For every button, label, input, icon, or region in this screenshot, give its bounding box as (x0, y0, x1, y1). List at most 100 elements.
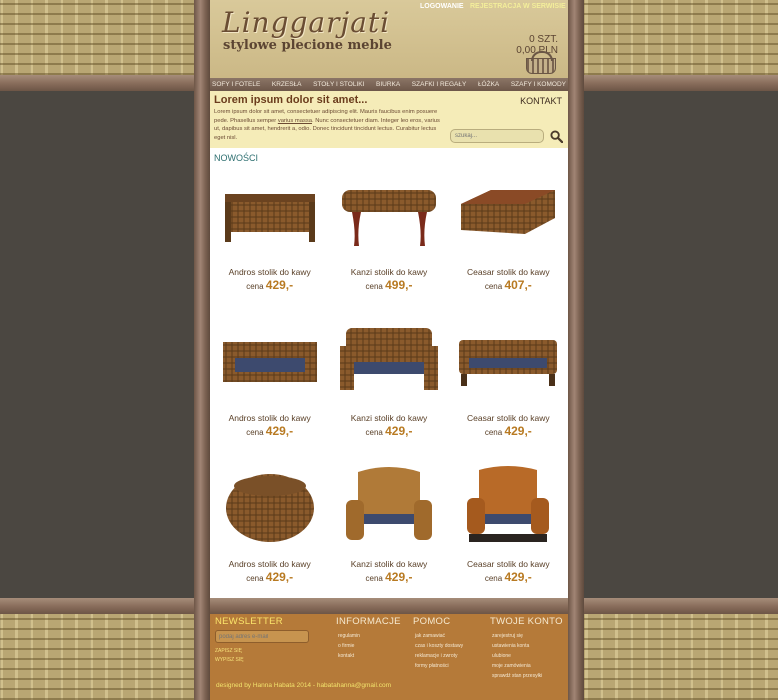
nav-item-wardrobes[interactable]: SZAFY I KOMODY (511, 81, 566, 88)
price-value: 429,- (265, 278, 294, 292)
nav-item-desks[interactable]: BIURKA (376, 81, 400, 88)
product-grid: Andros stolik do kawy cena 429,- Kanzi sto… (210, 168, 568, 606)
intro-link[interactable]: varius massa (278, 118, 312, 124)
footer-link-register[interactable]: zarejestruj się (492, 631, 563, 641)
price-label: cena (365, 428, 383, 437)
product-name[interactable]: Ceasar stolik do kawy (449, 559, 568, 569)
wood-frame-left (194, 0, 210, 700)
product-price: cena 429,- (329, 570, 448, 584)
footer-link-settings[interactable]: ustawienia konta (492, 641, 563, 651)
footer-account-title: TWOJE KONTO (490, 616, 563, 627)
price-label: cena (246, 428, 264, 437)
footer-help-title: POMOC (413, 616, 451, 627)
product-name[interactable]: Kanzi stolik do kawy (329, 559, 448, 569)
product-image[interactable] (336, 172, 442, 258)
price-value: 429,- (385, 570, 413, 584)
price-label: cena (484, 428, 503, 437)
footer-link-contact[interactable]: kontakt (338, 651, 401, 661)
footer-link-delivery[interactable]: czas i koszty dostawy (415, 641, 463, 651)
login-link[interactable]: LOGOWANIE (420, 3, 464, 10)
intro-text: Lorem ipsum dolor sit amet, consectetuer… (214, 108, 446, 142)
footer-link-favorites[interactable]: ulubione (492, 651, 563, 661)
price-value: 429,- (265, 424, 294, 438)
section-title: NOWOŚCI (214, 153, 258, 163)
product-image[interactable] (336, 318, 442, 404)
register-link[interactable]: REJESTRACJA W SERWISIE (470, 3, 566, 10)
nav-item-sofas[interactable]: SOFY I FOTELE (212, 81, 260, 88)
footer-info-title: INFORMACJE (336, 616, 401, 627)
product-card[interactable]: Andros stolik do kawy cena 429,- (210, 460, 329, 606)
site-footer: NEWSLETTER ZAPISZ SIĘ WYPISZ SIĘ INFORMA… (210, 614, 568, 700)
newsletter-title: NEWSLETTER (215, 616, 283, 627)
unsubscribe-link[interactable]: WYPISZ SIĘ (215, 657, 244, 663)
product-card[interactable]: Andros stolik do kawy cena 429,- (210, 314, 329, 460)
product-name[interactable]: Ceasar stolik do kawy (449, 413, 568, 423)
footer-link-tracking[interactable]: sprawdź stan przesyłki (492, 671, 563, 681)
nav-item-tables[interactable]: STOŁY I STOLIKI (313, 81, 364, 88)
newsletter-email-input[interactable] (215, 630, 309, 643)
product-card[interactable]: Ceasar stolik do kawy cena 429,- (449, 460, 568, 606)
product-image[interactable] (455, 318, 561, 404)
product-image[interactable] (455, 464, 561, 550)
price-label: cena (484, 574, 503, 583)
product-name[interactable]: Andros stolik do kawy (210, 267, 329, 277)
product-price: cena 429,- (210, 424, 329, 438)
intro-box: Lorem ipsum dolor sit amet... Lorem ipsu… (210, 91, 568, 149)
product-price: cena 429,- (449, 424, 568, 438)
product-image[interactable] (217, 464, 323, 550)
search-input[interactable] (450, 129, 544, 143)
product-price: cena 407,- (449, 278, 568, 292)
footer-credit: designed by Hanna Habata 2014 - habataha… (216, 682, 391, 689)
nav-item-cabinets[interactable]: SZAFKI I REGAŁY (412, 81, 467, 88)
price-value: 429,- (265, 570, 294, 584)
product-price: cena 429,- (210, 570, 329, 584)
footer-link-about[interactable]: o firmie (338, 641, 401, 651)
basket-icon[interactable] (526, 51, 556, 74)
site-tagline: stylowe plecione meble (223, 38, 392, 53)
search-icon[interactable] (550, 130, 563, 143)
price-label: cena (246, 574, 264, 583)
site-logo[interactable]: Linggarjati (222, 6, 390, 39)
product-card[interactable]: Ceasar stolik do kawy cena 407,- (449, 168, 568, 314)
product-section: NOWOŚCI Andros stolik do kawy cena 429,- K… (210, 148, 568, 598)
product-name[interactable]: Ceasar stolik do kawy (449, 267, 568, 277)
product-price: cena 429,- (210, 278, 329, 292)
price-value: 499,- (385, 278, 413, 292)
footer-help: POMOC jak zamawiać czas i koszty dostawy… (413, 616, 463, 671)
footer-link-how-to-order[interactable]: jak zamawiać (415, 631, 463, 641)
price-label: cena (365, 282, 383, 291)
wood-frame-right (568, 0, 584, 700)
subscribe-link[interactable]: ZAPISZ SIĘ (215, 648, 242, 654)
footer-newsletter: NEWSLETTER (215, 616, 283, 627)
product-image[interactable] (336, 464, 442, 550)
footer-link-orders[interactable]: moje zamówienia (492, 661, 563, 671)
main-nav: SOFY I FOTELE KRZESŁA STOŁY I STOLIKI BI… (210, 78, 568, 91)
product-image[interactable] (217, 318, 323, 404)
product-name[interactable]: Andros stolik do kawy (210, 559, 329, 569)
price-label: cena (365, 574, 383, 583)
price-value: 429,- (385, 424, 413, 438)
product-name[interactable]: Kanzi stolik do kawy (329, 267, 448, 277)
nav-item-chairs[interactable]: KRZESŁA (272, 81, 302, 88)
footer-link-terms[interactable]: regulamin (338, 631, 401, 641)
product-card[interactable]: Ceasar stolik do kawy cena 429,- (449, 314, 568, 460)
price-label: cena (484, 282, 503, 291)
intro-title: Lorem ipsum dolor sit amet... (214, 94, 368, 106)
product-image[interactable] (217, 172, 323, 258)
product-card[interactable]: Kanzi stolik do kawy cena 499,- (329, 168, 448, 314)
footer-link-payment[interactable]: formy płatności (415, 661, 463, 671)
product-price: cena 499,- (329, 278, 448, 292)
product-card[interactable]: Kanzi stolik do kawy cena 429,- (329, 314, 448, 460)
contact-link[interactable]: KONTAKT (520, 96, 562, 106)
price-value: 429,- (504, 570, 532, 584)
site-header: Linggarjati stylowe plecione meble LOGOW… (210, 0, 568, 78)
footer-link-returns[interactable]: reklamacje i zwroty (415, 651, 463, 661)
product-image[interactable] (455, 172, 561, 258)
product-card[interactable]: Andros stolik do kawy cena 429,- (210, 168, 329, 314)
nav-item-beds[interactable]: ŁÓŻKA (478, 81, 499, 88)
product-card[interactable]: Kanzi stolik do kawy cena 429,- (329, 460, 448, 606)
product-name[interactable]: Kanzi stolik do kawy (329, 413, 448, 423)
product-price: cena 429,- (329, 424, 448, 438)
product-name[interactable]: Andros stolik do kawy (210, 413, 329, 423)
price-value: 407,- (504, 278, 532, 292)
